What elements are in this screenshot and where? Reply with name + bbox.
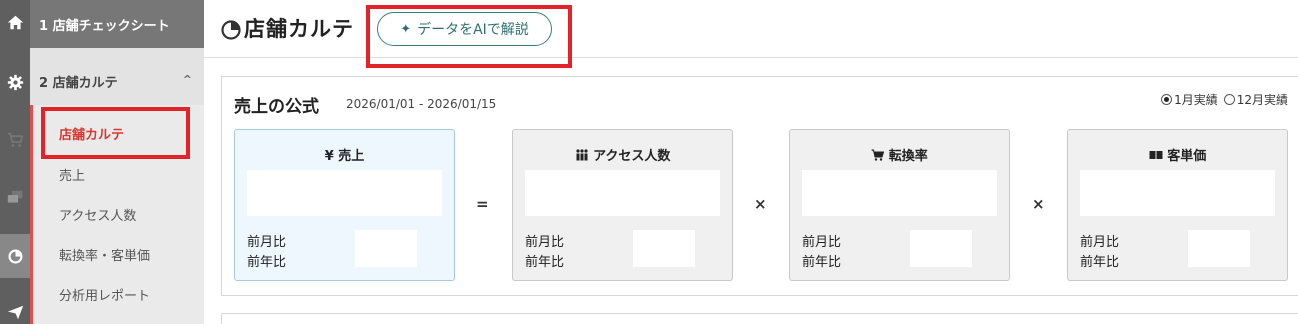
menu-section-store-karte[interactable]: 2 店舗カルテ ^ [30, 60, 204, 102]
metric-value [802, 170, 997, 216]
chat-icon[interactable] [0, 175, 30, 219]
metric-title: ¥ 売上 [324, 149, 365, 164]
card-title: 売上の公式 [234, 97, 319, 117]
page-title: 店舗カルテ [244, 17, 354, 41]
radio-label: 1月実績 [1174, 93, 1218, 107]
mom-label: 前月比 [1080, 235, 1120, 250]
radio-dot[interactable] [1223, 94, 1235, 105]
date-range: 2026/01/01 - 2026/01/15 [346, 97, 497, 111]
card-icon [1149, 151, 1163, 159]
period-radio-group: 1月実績 12月実績 [1161, 91, 1288, 108]
sidebar-item-sales[interactable]: 売上 [59, 165, 85, 184]
yoy-label: 前年比 [247, 255, 287, 270]
yoy-label: 前年比 [525, 255, 565, 270]
next-card [221, 313, 1298, 324]
times-operator: × [1032, 195, 1045, 213]
metric-avg-price: 客単価 前月比 前年比 [1067, 129, 1288, 281]
people-icon [575, 149, 588, 161]
chevron-up-icon[interactable]: ^ [183, 73, 192, 86]
radio-label: 12月実績 [1236, 93, 1288, 107]
cart-icon[interactable] [0, 117, 30, 161]
yoy-label: 前年比 [1080, 255, 1120, 270]
metric-title: 客単価 [1068, 145, 1287, 164]
highlight-box-ai-button [366, 5, 572, 68]
chart-pie-icon[interactable] [0, 234, 30, 278]
radio-last-month[interactable]: 12月実績 [1223, 91, 1288, 108]
metric-value [1080, 170, 1275, 216]
metric-title: 転換率 [790, 145, 1009, 164]
mom-label: 前月比 [802, 235, 842, 250]
menu-section-label: 2 店舗カルテ [39, 75, 118, 91]
equals-operator: = [476, 195, 489, 213]
menu-section-check-sheet[interactable]: 1 店舗チェックシート [30, 0, 204, 48]
main-content: 店舗カルテ ✦ データをAIで解説 売上の公式 2026/01/01 - 202… [204, 0, 1298, 324]
metric-sales: ¥ 売上 前月比 前年比 [234, 129, 455, 281]
sidebar-item-access[interactable]: アクセス人数 [59, 205, 136, 224]
metric-access: アクセス人数 前月比 前年比 [512, 129, 733, 281]
times-operator: × [754, 195, 767, 213]
compare-value [910, 230, 972, 267]
metric-title: アクセス人数 [513, 145, 732, 164]
home-icon[interactable] [0, 0, 30, 44]
sidebar-item-report[interactable]: 分析用レポート [59, 285, 150, 304]
chart-pie-icon [221, 20, 241, 40]
cart-icon [871, 149, 885, 161]
metric-conversion: 転換率 前月比 前年比 [789, 129, 1010, 281]
sales-formula-card: 売上の公式 2026/01/01 - 2026/01/15 1月実績 12月実績… [221, 76, 1298, 296]
radio-this-month[interactable]: 1月実績 [1161, 91, 1218, 108]
radio-dot-selected[interactable] [1161, 94, 1173, 105]
yoy-label: 前年比 [802, 255, 842, 270]
highlight-box-menu [41, 107, 190, 159]
compare-value [355, 230, 417, 267]
metric-value [247, 170, 442, 216]
icon-rail [0, 0, 30, 324]
metric-value [525, 170, 720, 216]
mom-label: 前月比 [247, 235, 287, 250]
sidebar-menu: 1 店舗チェックシート 2 店舗カルテ ^ 店舗カルテ 売上 アクセス人数 転換… [30, 0, 204, 324]
compare-value [1188, 230, 1250, 267]
send-icon[interactable] [0, 290, 30, 324]
gear-icon[interactable] [0, 60, 30, 104]
yen-icon: ¥ [324, 149, 334, 164]
compare-value [633, 230, 695, 267]
mom-label: 前月比 [525, 235, 565, 250]
sidebar-item-conversion[interactable]: 転換率・客単価 [59, 245, 150, 264]
